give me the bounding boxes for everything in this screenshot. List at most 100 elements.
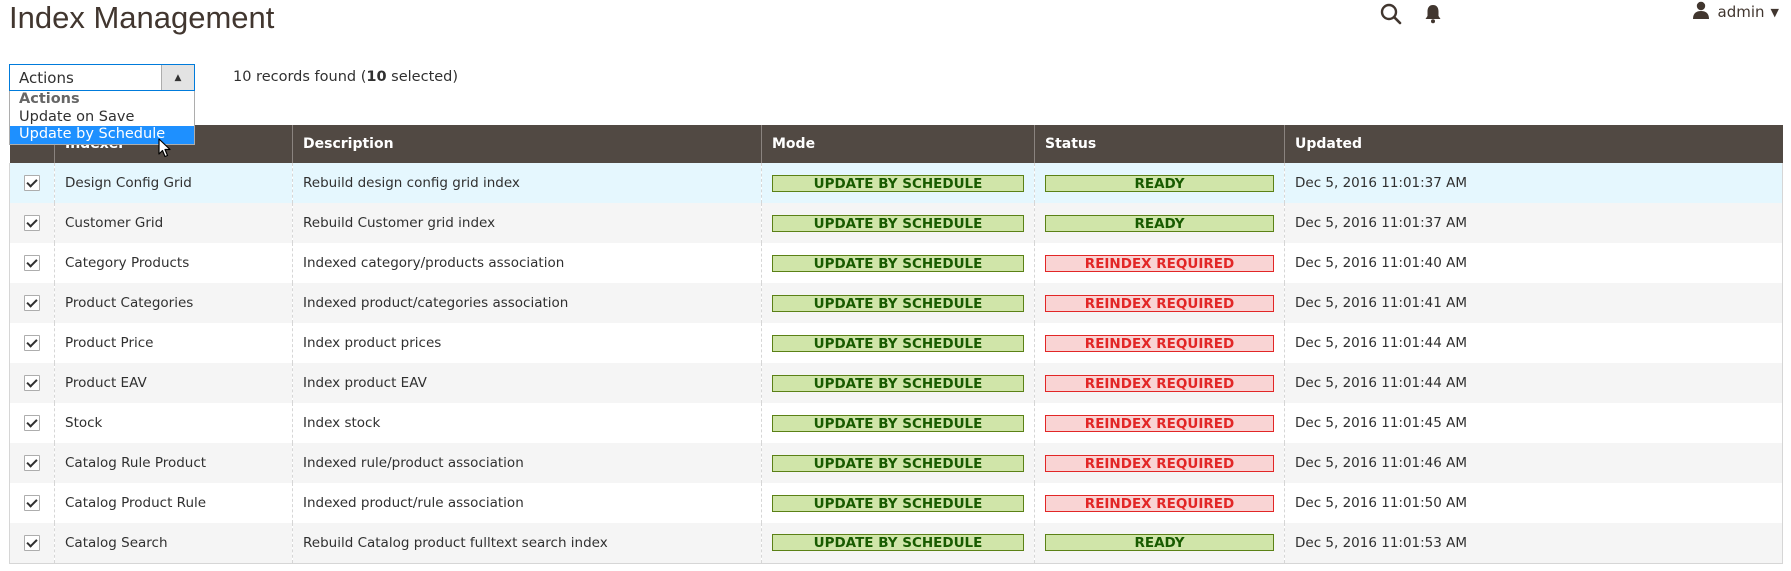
status-cell: REINDEX REQUIRED [1034,483,1285,523]
user-menu[interactable]: admin ▼ [1692,1,1779,23]
user-name: admin [1717,3,1765,21]
chevron-down-icon: ▼ [1770,5,1779,19]
table-row[interactable]: Customer Grid Rebuild Customer grid index… [9,203,1783,243]
row-checkbox[interactable] [24,495,40,511]
actions-select[interactable]: Actions ▲ [9,64,195,91]
mode-badge: UPDATE BY SCHEDULE [772,214,1024,232]
mode-cell: UPDATE BY SCHEDULE [761,483,1035,523]
actions-select-label: Actions [19,68,74,87]
table-row[interactable]: Product Categories Indexed product/catego… [9,283,1783,323]
mouse-cursor-icon [158,138,172,162]
updated-cell: Dec 5, 2016 11:01:37 AM [1284,203,1783,243]
row-checkbox[interactable] [24,375,40,391]
indexer-cell: Catalog Search [54,523,293,563]
description-cell: Rebuild Customer grid index [292,203,762,243]
row-checkbox[interactable] [24,335,40,351]
row-checkbox-cell [10,163,55,203]
row-checkbox[interactable] [24,455,40,471]
description-cell: Indexed rule/product association [292,443,762,483]
index-grid: Indexer Description Mode Status Updated … [9,125,1783,564]
row-checkbox-cell [10,403,55,443]
updated-cell: Dec 5, 2016 11:01:44 AM [1284,363,1783,403]
indexer-cell: Product Price [54,323,293,363]
grid-header-row: Indexer Description Mode Status Updated [9,125,1783,163]
status-cell: READY [1034,163,1285,203]
option-update-on-save[interactable]: Update on Save [10,109,194,127]
status-badge: READY [1045,174,1274,192]
grid-body: Design Config Grid Rebuild design config … [9,163,1783,563]
table-row[interactable]: Design Config Grid Rebuild design config … [9,163,1783,203]
mode-badge: UPDATE BY SCHEDULE [772,294,1024,312]
description-cell: Index stock [292,403,762,443]
row-checkbox[interactable] [24,215,40,231]
status-badge: REINDEX REQUIRED [1045,254,1274,272]
updated-cell: Dec 5, 2016 11:01:45 AM [1284,403,1783,443]
row-checkbox[interactable] [24,415,40,431]
row-checkbox[interactable] [24,295,40,311]
table-row[interactable]: Category Products Indexed category/produc… [9,243,1783,283]
status-cell: REINDEX REQUIRED [1034,243,1285,283]
table-row[interactable]: Stock Index stock UPDATE BY SCHEDULE REINDE… [9,403,1783,443]
status-badge: REINDEX REQUIRED [1045,454,1274,472]
indexer-cell: Stock [54,403,293,443]
mode-badge: UPDATE BY SCHEDULE [772,454,1024,472]
row-checkbox-cell [10,283,55,323]
row-checkbox-cell [10,363,55,403]
mode-cell: UPDATE BY SCHEDULE [761,283,1035,323]
actions-dropdown-menu: Actions Update on Save Update by Schedul… [9,91,195,145]
row-checkbox-cell [10,483,55,523]
table-row[interactable]: Product Price Index product prices UPDATE … [9,323,1783,363]
mode-cell: UPDATE BY SCHEDULE [761,403,1035,443]
status-cell: REINDEX REQUIRED [1034,283,1285,323]
mode-badge: UPDATE BY SCHEDULE [772,254,1024,272]
bell-icon[interactable] [1421,2,1445,26]
status-badge: REINDEX REQUIRED [1045,294,1274,312]
column-header-mode[interactable]: Mode [761,125,1035,163]
mode-cell: UPDATE BY SCHEDULE [761,323,1035,363]
status-cell: READY [1034,203,1285,243]
mode-cell: UPDATE BY SCHEDULE [761,203,1035,243]
indexer-cell: Customer Grid [54,203,293,243]
mode-cell: UPDATE BY SCHEDULE [761,243,1035,283]
search-icon[interactable] [1379,2,1403,26]
mode-cell: UPDATE BY SCHEDULE [761,443,1035,483]
updated-cell: Dec 5, 2016 11:01:44 AM [1284,323,1783,363]
status-badge: REINDEX REQUIRED [1045,334,1274,352]
row-checkbox[interactable] [24,255,40,271]
table-row[interactable]: Catalog Search Rebuild Catalog product fu… [9,523,1783,563]
description-cell: Indexed product/categories association [292,283,762,323]
arrow-up-icon[interactable]: ▲ [161,65,194,90]
row-checkbox-cell [10,443,55,483]
mode-badge: UPDATE BY SCHEDULE [772,374,1024,392]
mode-badge: UPDATE BY SCHEDULE [772,494,1024,512]
table-row[interactable]: Catalog Product Rule Indexed product/rule… [9,483,1783,523]
column-header-status[interactable]: Status [1034,125,1285,163]
row-checkbox-cell [10,203,55,243]
mode-badge: UPDATE BY SCHEDULE [772,174,1024,192]
row-checkbox-cell [10,243,55,283]
status-cell: REINDEX REQUIRED [1034,363,1285,403]
table-row[interactable]: Catalog Rule Product Indexed rule/product… [9,443,1783,483]
page-title: Index Management [9,0,275,35]
description-cell: Index product EAV [292,363,762,403]
mode-cell: UPDATE BY SCHEDULE [761,523,1035,563]
row-checkbox[interactable] [24,534,40,551]
description-cell: Indexed product/rule association [292,483,762,523]
updated-cell: Dec 5, 2016 11:01:46 AM [1284,443,1783,483]
mode-badge: UPDATE BY SCHEDULE [772,414,1024,432]
table-row[interactable]: Product EAV Index product EAV UPDATE BY SC… [9,363,1783,403]
column-header-updated[interactable]: Updated [1284,125,1783,163]
description-cell: Index product prices [292,323,762,363]
indexer-cell: Catalog Product Rule [54,483,293,523]
indexer-cell: Catalog Rule Product [54,443,293,483]
updated-cell: Dec 5, 2016 11:01:53 AM [1284,523,1783,563]
mode-badge: UPDATE BY SCHEDULE [772,534,1024,552]
row-checkbox[interactable] [24,175,40,191]
user-icon [1692,1,1710,23]
records-found-text: 10 records found (10 selected) [233,69,459,85]
status-badge: REINDEX REQUIRED [1045,494,1274,512]
updated-cell: Dec 5, 2016 11:01:37 AM [1284,163,1783,203]
column-header-description[interactable]: Description [292,125,762,163]
updated-cell: Dec 5, 2016 11:01:41 AM [1284,283,1783,323]
row-checkbox-cell [10,523,55,563]
